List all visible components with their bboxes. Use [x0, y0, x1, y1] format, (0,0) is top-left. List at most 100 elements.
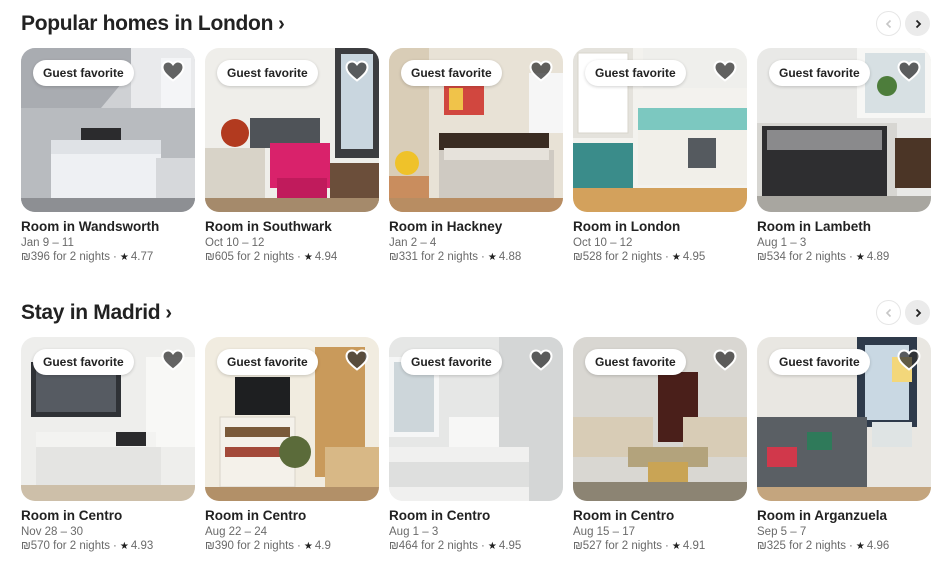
heart-icon[interactable] [529, 60, 553, 82]
listing-photo[interactable]: Guest favorite [205, 48, 379, 212]
star-icon: ★ [855, 541, 865, 552]
section-title[interactable]: Stay in Madrid [21, 301, 161, 325]
separator: · [665, 540, 669, 552]
listing-price: ₪527 for 2 nights [573, 540, 663, 552]
listing-dates: Oct 10 – 12 [573, 237, 633, 249]
listing-price: ₪331 for 2 nights [389, 251, 479, 263]
listing-price: ₪605 for 2 nights [205, 251, 295, 263]
listing-card[interactable]: Guest favorite Room in Centro Aug 15 – 1… [573, 337, 747, 552]
separator: · [113, 540, 117, 552]
chevron-right-icon[interactable]: › [278, 13, 285, 36]
separator: · [297, 540, 301, 552]
listing-card[interactable]: Guest favorite Room in Centro Nov 28 – 3… [21, 337, 195, 552]
listing-photo[interactable]: Guest favorite [757, 337, 931, 501]
heart-icon[interactable] [897, 349, 921, 371]
listing-title: Room in Arganzuela [757, 508, 888, 523]
heart-icon[interactable] [345, 60, 369, 82]
star-icon: ★ [671, 252, 681, 263]
guest-favorite-badge: Guest favorite [585, 349, 686, 375]
listing-title: Room in Centro [389, 508, 491, 523]
guest-favorite-badge: Guest favorite [401, 60, 502, 86]
listing-rating: 4.94 [314, 251, 338, 263]
listing-dates: Nov 28 – 30 [21, 526, 84, 538]
listing-card[interactable]: Guest favorite Room in Centro Aug 22 – 2… [205, 337, 379, 552]
guest-favorite-badge: Guest favorite [769, 349, 870, 375]
listing-dates: Aug 22 – 24 [205, 526, 268, 538]
listing-price: ₪390 for 2 nights [205, 540, 295, 552]
star-icon: ★ [487, 252, 497, 263]
listing-photo[interactable]: Guest favorite [389, 337, 563, 501]
listing-price-row: ₪396 for 2 nights · ★ 4.77 [21, 251, 195, 263]
heart-icon[interactable] [713, 60, 737, 82]
star-icon: ★ [671, 541, 681, 552]
listing-dates: Aug 15 – 17 [573, 526, 636, 538]
star-icon: ★ [487, 541, 497, 552]
listing-dates: Aug 1 – 3 [389, 526, 439, 538]
listing-price-row: ₪331 for 2 nights · ★ 4.88 [389, 251, 563, 263]
chevron-left-icon [885, 19, 891, 28]
heart-icon[interactable] [161, 349, 185, 371]
listing-dates: Jan 2 – 4 [389, 237, 437, 249]
separator: · [849, 251, 853, 263]
star-icon: ★ [119, 541, 129, 552]
listing-price-row: ₪528 for 2 nights · ★ 4.95 [573, 251, 747, 263]
listing-card[interactable]: Guest favorite Room in Lambeth Aug 1 – 3… [757, 48, 931, 263]
listing-card[interactable]: Guest favorite Room in London Oct 10 – 1… [573, 48, 747, 263]
listing-dates: Jan 9 – 11 [21, 237, 74, 249]
listing-photo[interactable]: Guest favorite [757, 48, 931, 212]
listing-photo[interactable]: Guest favorite [21, 337, 195, 501]
listing-card[interactable]: Guest favorite Room in Arganzuela Sep 5 … [757, 337, 931, 552]
listing-rating: 4.89 [866, 251, 890, 263]
listing-card[interactable]: Guest favorite Room in Wandsworth Jan 9 … [21, 48, 195, 263]
listing-price: ₪396 for 2 nights [21, 251, 111, 263]
listing-price: ₪464 for 2 nights [389, 540, 479, 552]
guest-favorite-badge: Guest favorite [401, 349, 502, 375]
guest-favorite-badge: Guest favorite [769, 60, 870, 86]
separator: · [297, 251, 301, 263]
chevron-left-icon [885, 308, 891, 317]
guest-favorite-badge: Guest favorite [217, 349, 318, 375]
listing-price-row: ₪325 for 2 nights · ★ 4.96 [757, 540, 931, 552]
separator: · [849, 540, 853, 552]
listing-price-row: ₪390 for 2 nights · ★ 4.9 [205, 540, 379, 552]
listing-photo[interactable]: Guest favorite [21, 48, 195, 212]
chevron-right-icon [915, 308, 921, 317]
listing-photo[interactable]: Guest favorite [389, 48, 563, 212]
carousel-prev-button[interactable] [876, 11, 901, 36]
listing-title: Room in Lambeth [757, 219, 871, 234]
listing-card[interactable]: Guest favorite Room in Hackney Jan 2 – 4… [389, 48, 563, 263]
listing-rating: 4.77 [130, 251, 154, 263]
listing-photo[interactable]: Guest favorite [573, 337, 747, 501]
heart-icon[interactable] [529, 349, 553, 371]
listing-price-row: ₪527 for 2 nights · ★ 4.91 [573, 540, 747, 552]
guest-favorite-badge: Guest favorite [217, 60, 318, 86]
listing-price-row: ₪570 for 2 nights · ★ 4.93 [21, 540, 195, 552]
carousel-next-button[interactable] [905, 11, 930, 36]
listing-rating: 4.88 [498, 251, 522, 263]
carousel-next-button[interactable] [905, 300, 930, 325]
listing-price-row: ₪605 for 2 nights · ★ 4.94 [205, 251, 379, 263]
heart-icon[interactable] [345, 349, 369, 371]
listing-title: Room in Hackney [389, 219, 503, 234]
listing-card[interactable]: Guest favorite Room in Centro Aug 1 – 3 … [389, 337, 563, 552]
chevron-right-icon[interactable]: › [165, 302, 172, 325]
guest-favorite-badge: Guest favorite [33, 60, 134, 86]
separator: · [481, 540, 485, 552]
heart-icon[interactable] [897, 60, 921, 82]
heart-icon[interactable] [713, 349, 737, 371]
separator: · [665, 251, 669, 263]
star-icon: ★ [303, 541, 313, 552]
chevron-right-icon [915, 19, 921, 28]
listing-photo[interactable]: Guest favorite [205, 337, 379, 501]
heart-icon[interactable] [161, 60, 185, 82]
listing-price-row: ₪534 for 2 nights · ★ 4.89 [757, 251, 931, 263]
section-title[interactable]: Popular homes in London [21, 12, 273, 36]
listing-dates: Aug 1 – 3 [757, 237, 807, 249]
listing-price: ₪528 for 2 nights [573, 251, 663, 263]
listing-title: Room in Centro [21, 508, 123, 523]
carousel-prev-button[interactable] [876, 300, 901, 325]
listing-rating: 4.95 [498, 540, 522, 552]
listing-photo[interactable]: Guest favorite [573, 48, 747, 212]
listing-card[interactable]: Guest favorite Room in Southwark Oct 10 … [205, 48, 379, 263]
star-icon: ★ [119, 252, 129, 263]
